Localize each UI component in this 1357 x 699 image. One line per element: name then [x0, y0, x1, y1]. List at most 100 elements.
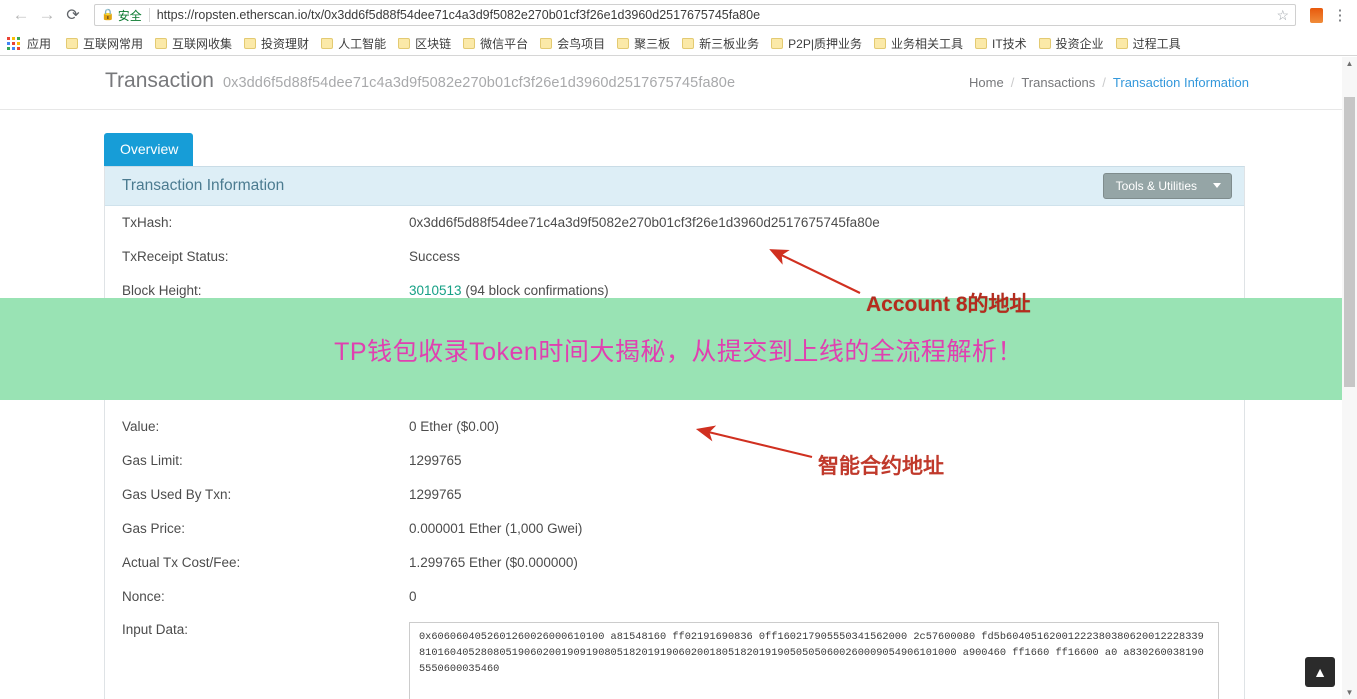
page-scrollbar[interactable]: ▲ ▼ [1342, 57, 1357, 699]
status-badge: Success [409, 248, 461, 264]
kebab-menu-icon[interactable]: ⋮ [1331, 8, 1349, 23]
table-row: From: 0x3d7dfb80e71096f2c4ee63c42c4d849f… [105, 342, 1244, 376]
folder-icon [66, 37, 79, 49]
row-value: 1.299765 Ether ($0.000000) [409, 554, 578, 570]
input-data-textarea[interactable]: 0x6060604052601260026000610100 a81548160… [409, 621, 1219, 699]
from-address-link[interactable]: 0x3d7dfb80e71096f2c4ee63c42c4d849f2cbbe3… [409, 351, 709, 366]
bookmark-label: 区块链 [415, 36, 452, 51]
folder-icon [682, 37, 695, 49]
page-title: Transaction 0x3dd6f5d88f54dee71c4a3d9f508… [105, 69, 735, 93]
bookmark-label: 会鸟项目 [557, 36, 606, 51]
row-value: 1299765 [409, 486, 462, 502]
panel-title: Transaction Information [122, 176, 285, 194]
row-value: 0 Ether ($0.00) [409, 418, 500, 434]
navigation-bar: ← → ⟳ 🔒 安全 https://ropsten.etherscan.io/… [0, 0, 1357, 30]
table-row: TxHash: 0x3dd6f5d88f54dee71c4a3d9f5082e2… [105, 206, 1244, 240]
contract-prefix: [Contract [409, 384, 464, 400]
bookmark-item[interactable]: IT技术 [970, 33, 1034, 54]
bookmark-item[interactable]: 会鸟项目 [535, 33, 612, 54]
row-label: TxHash: [122, 214, 173, 230]
contract-suffix: Created] [778, 384, 831, 400]
bookmark-label: 互联网收集 [172, 36, 233, 51]
bookmark-item[interactable]: 业务相关工具 [869, 33, 970, 54]
folder-icon [540, 37, 553, 49]
reload-icon[interactable]: ⟳ [60, 2, 86, 28]
tools-utilities-label: Tools & Utilities [1115, 178, 1197, 193]
extension-icon[interactable] [1310, 7, 1323, 23]
scrollbar-down-arrow[interactable]: ▼ [1342, 688, 1357, 697]
folder-icon [974, 37, 987, 49]
tab-overview[interactable]: Overview [104, 133, 194, 166]
row-label: Nonce: [122, 588, 165, 604]
folder-icon [155, 37, 168, 49]
table-row: TxReceipt Status: Success [105, 240, 1244, 274]
bookmark-label: 投资企业 [1055, 36, 1104, 51]
row-label: Gas Price: [122, 520, 186, 536]
breadcrumb-transactions[interactable]: Transactions [1021, 75, 1095, 90]
bookmark-item[interactable]: 微信平台 [458, 33, 535, 54]
bookmark-label: 新三板业务 [699, 36, 760, 51]
bookmark-label: 过程工具 [1132, 36, 1181, 51]
table-row: Gas Limit: 1299765 [105, 444, 1244, 478]
bookmark-item[interactable]: 人工智能 [316, 33, 393, 54]
bookmark-item[interactable]: 互联网收集 [150, 33, 239, 54]
bookmark-item[interactable]: 聚三板 [612, 33, 677, 54]
table-row: Value: 0 Ether ($0.00) [105, 410, 1244, 444]
bookmark-item[interactable]: 过程工具 [1111, 33, 1188, 54]
folder-icon [463, 37, 476, 49]
folder-icon [244, 37, 257, 49]
back-arrow-icon[interactable]: ← [8, 2, 34, 28]
bookmark-item[interactable]: 新三板业务 [677, 33, 766, 54]
table-row: Block Height: 3010513 (94 block confirma… [105, 274, 1244, 308]
row-label: To: [122, 384, 141, 400]
bookmark-label: 业务相关工具 [890, 36, 963, 51]
table-row: TimeStamp: 3 mins ago (Apr-19-2018 04:09… [105, 308, 1244, 342]
breadcrumb-separator: / [1102, 75, 1106, 90]
lock-icon: 🔒 [101, 8, 115, 21]
table-row: Gas Used By Txn: 1299765 [105, 478, 1244, 512]
scroll-to-top-button[interactable]: ▲ [1305, 657, 1335, 687]
scrollbar-thumb[interactable] [1344, 97, 1355, 387]
folder-icon [321, 37, 334, 49]
row-label: TxReceipt Status: [122, 248, 229, 264]
row-label: From: [122, 350, 158, 366]
row-label: TimeStamp: [122, 316, 195, 332]
row-label: Actual Tx Cost/Fee: [122, 554, 241, 570]
table-row: Nonce: 0 [105, 580, 1244, 614]
tools-utilities-button[interactable]: Tools & Utilities [1102, 172, 1232, 199]
row-value: 1299765 [409, 452, 462, 468]
security-indicator[interactable]: 🔒 安全 [101, 7, 142, 24]
row-value: 0.000001 Ether (1,000 Gwei) [409, 520, 583, 536]
bookmark-item[interactable]: 投资理财 [239, 33, 316, 54]
bookmarks-bar: 应用 互联网常用 互联网收集 投资理财 人工智能 区块链 微信平台 会鸟项目 聚… [0, 30, 1357, 56]
forward-arrow-icon[interactable]: → [34, 2, 60, 28]
contract-address-link[interactable]: 0x5eeec41dc08d7caece17c4a349635934637036… [468, 385, 775, 400]
breadcrumb-home[interactable]: Home [969, 75, 1004, 90]
security-label: 安全 [117, 8, 142, 23]
bookmark-item[interactable]: 投资企业 [1034, 33, 1111, 54]
bookmark-label: IT技术 [991, 36, 1027, 51]
folder-icon [1115, 37, 1128, 49]
address-bar[interactable]: 🔒 安全 https://ropsten.etherscan.io/tx/0x3… [94, 4, 1296, 26]
bookmark-star-icon[interactable]: ☆ [1276, 7, 1289, 24]
block-height-link[interactable]: 3010513 [409, 283, 462, 298]
bookmark-item[interactable]: 互联网常用 [61, 33, 150, 54]
table-row: Gas Price: 0.000001 Ether (1,000 Gwei) [105, 512, 1244, 546]
chevron-up-icon: ▲ [1313, 664, 1327, 680]
row-value: 3 mins ago (Apr-19-2018 04:09:49 PM +UTC… [409, 316, 683, 332]
page-title-text: Transaction [105, 69, 214, 92]
bookmark-label: P2P|质押业务 [788, 36, 862, 51]
bookmark-item[interactable]: 区块链 [393, 33, 458, 54]
folder-icon [398, 37, 411, 49]
bookmark-item[interactable]: P2P|质押业务 [766, 33, 869, 54]
bookmark-label: 微信平台 [480, 36, 529, 51]
folder-icon [1038, 37, 1051, 49]
apps-grid-icon[interactable] [7, 36, 20, 50]
tab-bar: Overview [104, 133, 1245, 166]
transaction-card: Overview Transaction Information Tools &… [104, 133, 1245, 699]
bookmark-apps-label[interactable]: 应用 [27, 35, 51, 52]
row-value: 0x3dd6f5d88f54dee71c4a3d9f5082e270b01cf3… [409, 214, 880, 230]
card-body: Transaction Information Tools & Utilitie… [104, 165, 1245, 699]
scrollbar-up-arrow[interactable]: ▲ [1342, 59, 1357, 68]
omnibox-divider [148, 8, 150, 22]
